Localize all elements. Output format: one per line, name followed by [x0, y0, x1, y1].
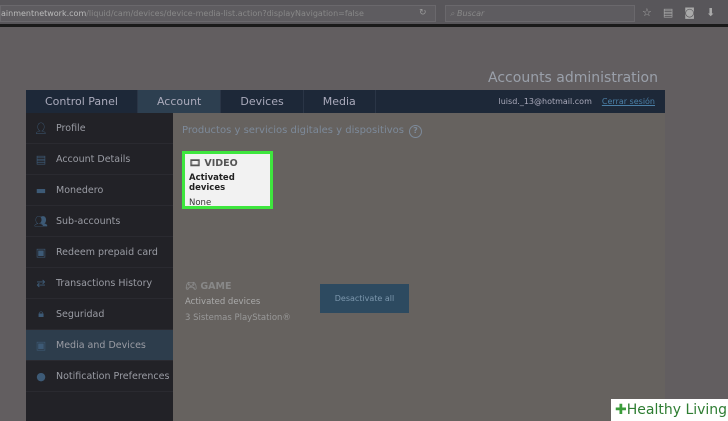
tab-devices[interactable]: Devices: [221, 90, 304, 113]
url-path: /liquid/cam/devices/device-media-list.ac…: [86, 9, 364, 18]
bell-icon: ●: [36, 369, 46, 383]
sidebar-item-notifications[interactable]: ● Notification Preferences: [26, 361, 173, 392]
url-domain: ainmentnetwork.com: [1, 9, 87, 18]
page-title: Accounts administration: [488, 70, 658, 86]
gift-icon: ▣: [35, 245, 47, 259]
help-icon[interactable]: ?: [408, 125, 422, 138]
wallet-icon: ▬: [35, 183, 47, 197]
film-icon: 🎞︎: [189, 158, 202, 169]
watermark-text: Healthy Living: [626, 402, 728, 418]
browser-toolbar: ainmentnetwork.com/liquid/cam/devices/de…: [0, 0, 728, 27]
tab-control-panel[interactable]: Control Panel: [26, 90, 138, 113]
tab-account[interactable]: Account: [137, 90, 222, 113]
sidebar-item-transactions[interactable]: ⇄ Transactions History: [26, 268, 173, 299]
sidebar-item-label: Seguridad: [56, 308, 105, 320]
sidebar-item-account-details[interactable]: ▤ Account Details: [26, 144, 173, 175]
deactivate-all-button[interactable]: Desactivate all: [320, 284, 409, 313]
video-card: 🎞︎ VIDEO Activated devices None: [182, 151, 273, 209]
sidebar-item-sub-accounts[interactable]: 👥︎ Sub-accounts: [26, 206, 173, 237]
sidebar-item-seguridad[interactable]: 🔒︎ Seguridad: [26, 299, 173, 330]
sidebar-item-label: Sub-accounts: [56, 215, 121, 227]
sidebar-item-label: Notification Preferences: [56, 370, 170, 382]
sidebar-item-label: Account Details: [56, 153, 131, 165]
section-heading: Productos y servicios digitales y dispos…: [182, 125, 422, 138]
bookmark-star-icon[interactable]: ☆: [642, 6, 652, 19]
url-bar[interactable]: ainmentnetwork.com/liquid/cam/devices/de…: [0, 5, 436, 22]
sidebar-item-label: Monedero: [56, 184, 104, 196]
game-section: 🎮︎ GAME Activated devices 3 Sistemas Pla…: [185, 281, 291, 323]
gamepad-icon: 🎮︎: [185, 281, 198, 292]
game-activated-value: 3 Sistemas PlayStation®: [185, 313, 291, 323]
lock-icon: 🔒︎: [38, 307, 44, 320]
transfer-icon: ⇄: [36, 276, 46, 290]
logout-link[interactable]: Cerrar sesión: [602, 97, 655, 106]
users-icon: 👥︎: [34, 214, 48, 228]
game-activated-label: Activated devices: [185, 297, 261, 307]
reload-icon[interactable]: ↻: [419, 6, 427, 21]
sidebar-item-media-devices[interactable]: ▣ Media and Devices: [26, 330, 173, 361]
sidebar-item-label: Redeem prepaid card: [56, 246, 158, 258]
sidebar-item-label: Profile: [56, 122, 86, 134]
reading-list-icon[interactable]: ▤: [663, 6, 673, 19]
sidebar-item-profile[interactable]: 👤︎ Profile: [26, 113, 173, 144]
search-placeholder: Buscar: [457, 9, 485, 18]
pocket-icon[interactable]: ◙: [684, 6, 695, 19]
user-email: luisd._13@hotmail.com: [498, 97, 592, 106]
sidebar-item-redeem[interactable]: ▣ Redeem prepaid card: [26, 237, 173, 268]
sidebar-item-monedero[interactable]: ▬ Monedero: [26, 175, 173, 206]
main-nav: Control Panel Account Devices Media luis…: [26, 90, 665, 113]
media-icon: ▣: [35, 338, 47, 352]
game-title: GAME: [200, 281, 232, 292]
video-activated-label: Activated devices: [189, 173, 235, 193]
tab-media[interactable]: Media: [304, 90, 376, 113]
video-title: VIDEO: [204, 158, 238, 169]
content-panel: Productos y servicios digitales y dispos…: [173, 113, 665, 421]
plus-icon: ✚: [615, 402, 627, 418]
document-icon: ▤: [35, 152, 47, 166]
sidebar-item-label: Transactions History: [56, 277, 153, 289]
download-icon[interactable]: ⬇: [706, 6, 715, 19]
search-input[interactable]: ⌕ Buscar: [445, 5, 635, 22]
video-activated-value: None: [189, 198, 212, 208]
user-icon: 👤︎: [34, 121, 48, 135]
sidebar: 👤︎ Profile ▤ Account Details ▬ Monedero 👥︎ S…: [26, 113, 173, 421]
heading-text: Productos y servicios digitales y dispos…: [182, 125, 404, 136]
watermark-logo: ✚Healthy Living: [611, 399, 728, 421]
sidebar-item-label: Media and Devices: [56, 339, 146, 351]
